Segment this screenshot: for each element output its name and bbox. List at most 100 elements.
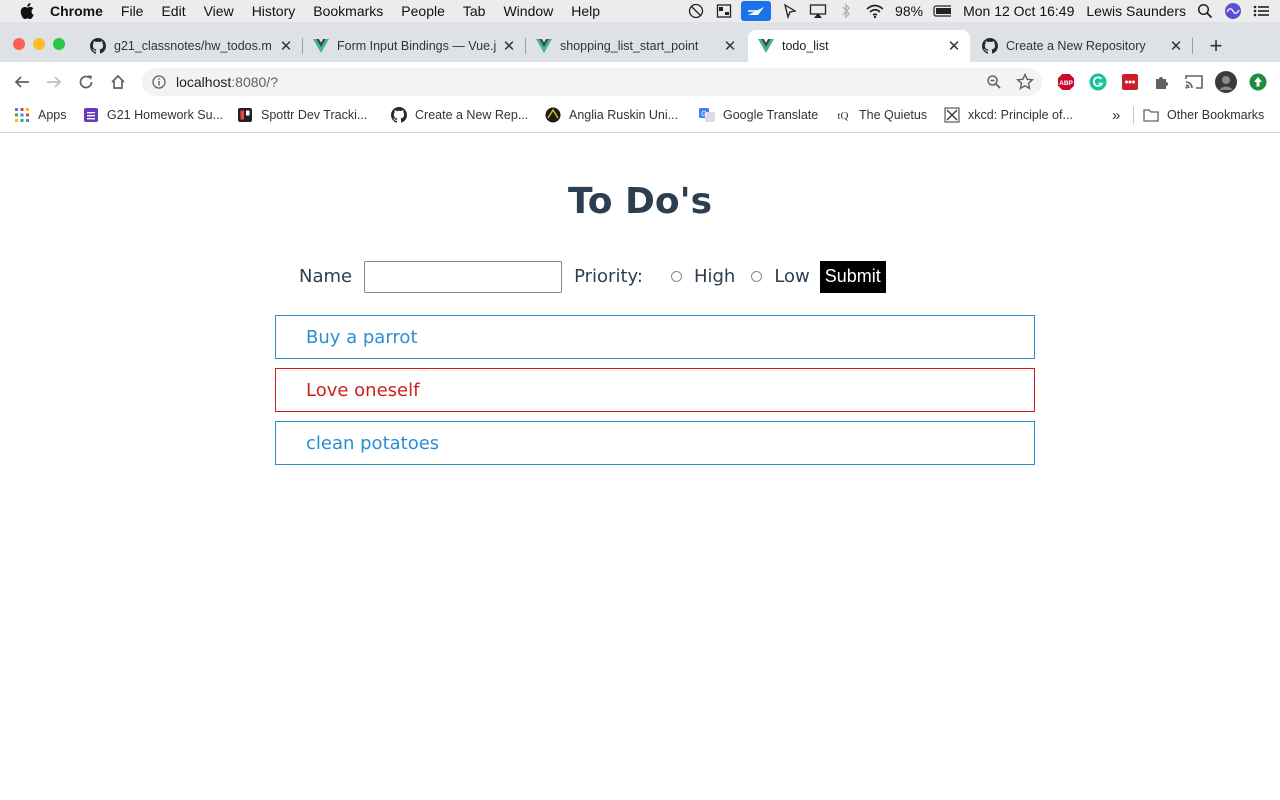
bookmark-other-bookmarks[interactable]: Other Bookmarks <box>1143 106 1264 124</box>
profile-avatar[interactable] <box>1215 71 1237 93</box>
bookmark-xkcd[interactable]: xkcd: Principle of... <box>944 106 1073 124</box>
grammarly-icon[interactable] <box>1089 73 1107 91</box>
vue-icon <box>536 38 552 54</box>
vue-icon <box>758 38 774 54</box>
zoom-window-button[interactable] <box>53 38 65 50</box>
tab-todo-list[interactable]: todo_list ✕ <box>748 30 970 62</box>
priority-high-label[interactable]: High <box>694 266 735 287</box>
priority-high-radio[interactable] <box>670 271 682 282</box>
window-controls <box>13 38 65 50</box>
close-tab-icon[interactable]: ✕ <box>278 37 294 55</box>
bookmark-google-translate[interactable]: G Google Translate <box>699 106 818 124</box>
menu-file[interactable]: File <box>121 3 144 19</box>
bookmark-anglia-ruskin[interactable]: Anglia Ruskin Uni... <box>545 106 678 124</box>
menu-tab[interactable]: Tab <box>463 3 486 19</box>
cast-icon[interactable] <box>1185 73 1203 91</box>
menu-bookmarks[interactable]: Bookmarks <box>313 3 383 19</box>
quietus-icon: tQ <box>835 107 851 123</box>
bookmarks-overflow-button[interactable]: » <box>1112 106 1120 124</box>
close-tab-icon[interactable]: ✕ <box>946 37 962 55</box>
page-title: To Do's <box>567 181 713 222</box>
translate-icon: G <box>699 107 715 123</box>
tab-label: g21_classnotes/hw_todos.m <box>114 39 272 53</box>
zoom-icon[interactable] <box>986 74 1002 90</box>
extensions-puzzle-icon[interactable] <box>1153 73 1171 91</box>
menu-app-chrome[interactable]: Chrome <box>50 3 103 19</box>
github-icon <box>982 38 998 54</box>
tab-hw-todos[interactable]: g21_classnotes/hw_todos.m ✕ <box>80 30 303 62</box>
bookmark-label: Google Translate <box>723 108 819 122</box>
tab-label: Create a New Repository <box>1006 39 1146 53</box>
submit-button[interactable]: Submit <box>819 260 886 293</box>
tab-strip: g21_classnotes/hw_todos.m ✕ Form Input B… <box>0 22 1280 62</box>
window-manager-icon[interactable] <box>715 3 733 19</box>
close-window-button[interactable] <box>13 38 25 50</box>
spotlight-search-icon[interactable] <box>1196 3 1214 19</box>
new-tab-button[interactable]: + <box>1206 35 1226 57</box>
bluetooth-icon[interactable] <box>837 3 855 19</box>
tab-form-input-bindings[interactable]: Form Input Bindings — Vue.j ✕ <box>303 30 526 62</box>
github-icon <box>90 38 106 54</box>
cursor-icon[interactable] <box>781 3 799 19</box>
todo-item[interactable]: clean potatoes <box>275 421 1035 465</box>
priority-label: Priority: <box>574 266 643 287</box>
back-arrow-icon[interactable] <box>13 73 31 91</box>
close-tab-icon[interactable]: ✕ <box>501 37 517 55</box>
battery-icon[interactable] <box>933 3 952 19</box>
close-tab-icon[interactable]: ✕ <box>1168 37 1184 55</box>
user-name[interactable]: Lewis Saunders <box>1086 3 1186 19</box>
github-icon <box>391 107 407 123</box>
url-path: :8080/? <box>231 74 278 90</box>
lastpass-icon[interactable] <box>1121 73 1139 91</box>
menu-view[interactable]: View <box>204 3 234 19</box>
web-page: To Do's Name Priority: High Low Submit B… <box>0 133 1280 800</box>
bookmark-apps[interactable]: Apps <box>14 106 67 124</box>
siri-icon[interactable] <box>1224 3 1242 19</box>
todo-text: Love oneself <box>306 379 420 401</box>
site-info-icon[interactable] <box>152 75 166 89</box>
menu-edit[interactable]: Edit <box>161 3 185 19</box>
bookmark-label: Other Bookmarks <box>1167 108 1265 122</box>
wifi-icon[interactable] <box>865 3 884 19</box>
notification-center-icon[interactable] <box>1252 3 1270 19</box>
menu-people[interactable]: People <box>401 3 445 19</box>
bookmark-label: G21 Homework Su... <box>107 108 224 122</box>
tab-label: Form Input Bindings — Vue.j <box>337 39 497 53</box>
screenshot-tool-icon[interactable] <box>741 1 772 21</box>
priority-low-radio[interactable] <box>751 271 763 282</box>
todo-item[interactable]: Buy a parrot <box>275 315 1035 359</box>
forward-arrow-icon[interactable] <box>45 73 63 91</box>
url-text: localhost:8080/? <box>176 74 278 90</box>
bookmark-spottr[interactable]: Spottr Dev Tracki... <box>237 106 367 124</box>
bookmark-g21-homework[interactable]: G21 Homework Su... <box>83 106 223 124</box>
menu-history[interactable]: History <box>252 3 296 19</box>
name-label: Name <box>299 266 353 287</box>
tab-label: shopping_list_start_point <box>560 39 699 53</box>
browser-toolbar: localhost:8080/? ABP <box>0 62 1280 102</box>
minimize-window-button[interactable] <box>33 38 45 50</box>
do-not-disturb-icon[interactable] <box>687 3 705 19</box>
reload-icon[interactable] <box>77 73 95 91</box>
priority-low-label[interactable]: Low <box>774 266 809 287</box>
bookmark-create-repo[interactable]: Create a New Rep... <box>391 106 528 124</box>
bookmark-label: xkcd: Principle of... <box>968 108 1073 122</box>
todo-item[interactable]: Love oneself <box>275 368 1035 412</box>
name-input[interactable] <box>364 260 563 293</box>
bookmark-star-icon[interactable] <box>1015 72 1035 91</box>
airplay-icon[interactable] <box>809 3 827 19</box>
menu-window[interactable]: Window <box>503 3 553 19</box>
bookmark-label: The Quietus <box>859 108 928 122</box>
adblock-plus-icon[interactable]: ABP <box>1057 73 1075 91</box>
tab-shopping-list[interactable]: shopping_list_start_point ✕ <box>526 30 746 62</box>
clock[interactable]: Mon 12 Oct 16:49 <box>963 3 1074 19</box>
apple-icon[interactable] <box>20 3 34 19</box>
address-bar[interactable]: localhost:8080/? <box>142 68 1042 96</box>
bookmark-the-quietus[interactable]: tQ The Quietus <box>835 106 928 124</box>
update-arrow-icon[interactable] <box>1249 73 1267 91</box>
menu-help[interactable]: Help <box>571 3 600 19</box>
close-tab-icon[interactable]: ✕ <box>722 37 738 55</box>
tab-create-repository[interactable]: Create a New Repository ✕ <box>972 30 1193 62</box>
battery-percent: 98% <box>895 3 924 19</box>
svg-text:ABP: ABP <box>1059 80 1073 87</box>
home-icon[interactable] <box>109 73 127 91</box>
